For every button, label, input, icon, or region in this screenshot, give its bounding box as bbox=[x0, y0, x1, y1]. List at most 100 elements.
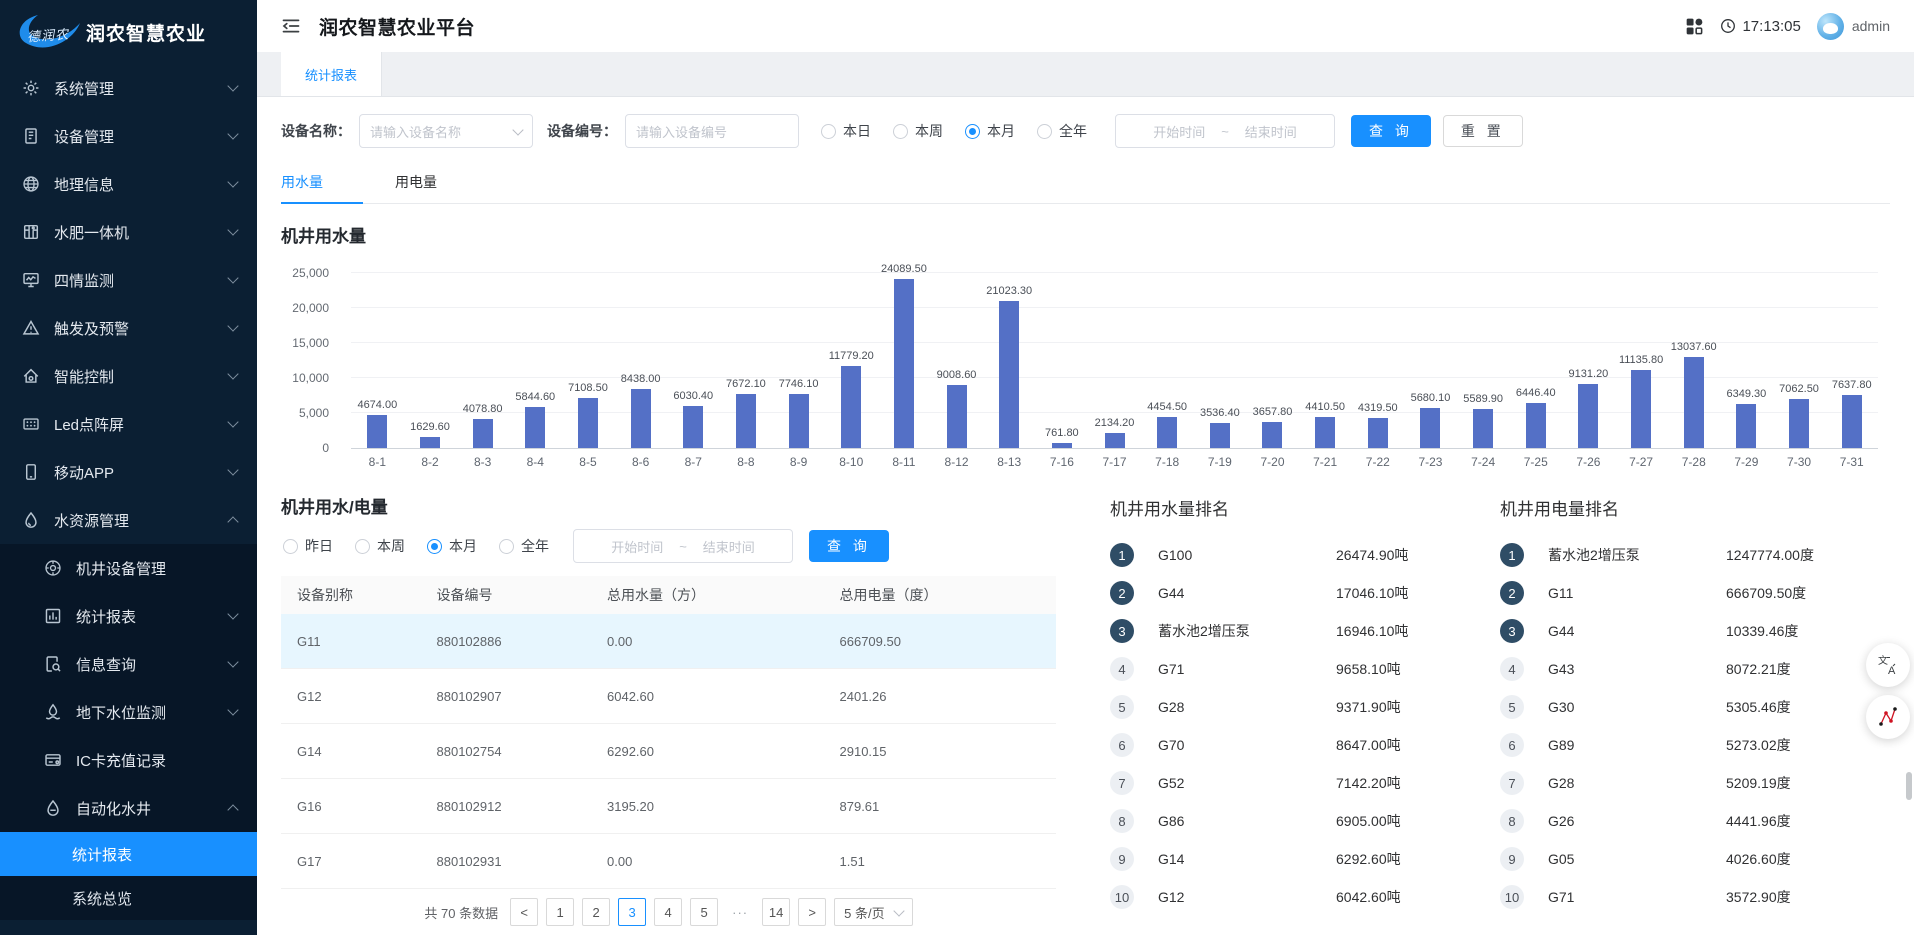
sidebar-item-四情监测[interactable]: 四情监测 bbox=[0, 256, 257, 304]
table-row[interactable]: G118801028860.00666709.50 bbox=[281, 614, 1056, 669]
chart-bar[interactable] bbox=[631, 389, 651, 448]
chart-bar[interactable] bbox=[1789, 399, 1809, 448]
sidebar-item-自动化水井[interactable]: 自动化水井 bbox=[0, 784, 257, 832]
table-cell: 1.51 bbox=[824, 854, 1057, 869]
table-row[interactable]: G128801029076042.602401.26 bbox=[281, 669, 1056, 724]
chart-bar[interactable] bbox=[1262, 422, 1282, 448]
radio-全年[interactable]: 全年 bbox=[1037, 121, 1087, 141]
date-range-input[interactable]: 开始时间 ~ 结束时间 bbox=[1115, 114, 1335, 148]
radio-昨日[interactable]: 昨日 bbox=[283, 536, 333, 556]
page-size-select[interactable]: 5 条/页 bbox=[834, 898, 912, 926]
bottom-search-button[interactable]: 查 询 bbox=[809, 530, 889, 562]
rank-badge: 1 bbox=[1110, 543, 1134, 567]
device-no-input[interactable]: 请输入设备编号 bbox=[625, 114, 799, 148]
sidebar-item-IC卡充值记录[interactable]: IC卡充值记录 bbox=[0, 736, 257, 784]
device-name-select[interactable]: 请输入设备名称 bbox=[359, 114, 533, 148]
radio-本周[interactable]: 本周 bbox=[355, 536, 405, 556]
chart-bar[interactable] bbox=[1157, 417, 1177, 448]
chart-bar[interactable] bbox=[999, 301, 1019, 448]
usage-table-header: 设备别称设备编号总用水量（方）总用电量（度） bbox=[281, 576, 1056, 614]
search-button[interactable]: 查 询 bbox=[1351, 115, 1431, 147]
top-header: 润农智慧农业平台 17:13:05 bbox=[257, 0, 1914, 52]
chart-bar[interactable] bbox=[1526, 403, 1546, 448]
sidebar-item-设备管理[interactable]: 设备管理 bbox=[0, 112, 257, 160]
tab-statistics-report[interactable]: 统计报表 bbox=[281, 52, 382, 96]
chart-bar[interactable] bbox=[525, 407, 545, 448]
sidebar-item-水资源管理[interactable]: 水资源管理 bbox=[0, 496, 257, 544]
sidebar-item-信息查询[interactable]: 信息查询 bbox=[0, 640, 257, 688]
sidebar-item-统计报表[interactable]: 统计报表 bbox=[0, 592, 257, 640]
sidebar-item-系统管理[interactable]: 系统管理 bbox=[0, 64, 257, 112]
x-tick-label: 7-28 bbox=[1682, 455, 1706, 469]
radio-全年[interactable]: 全年 bbox=[499, 536, 549, 556]
sidebar-item-地理信息[interactable]: 地理信息 bbox=[0, 160, 257, 208]
bottom-date-range-input[interactable]: 开始时间 ~ 结束时间 bbox=[573, 529, 793, 563]
pagination-page-5[interactable]: 5 bbox=[690, 898, 718, 926]
rank-badge: 4 bbox=[1110, 657, 1134, 681]
pagination-prev-button[interactable]: < bbox=[510, 898, 538, 926]
pagination-page-4[interactable]: 4 bbox=[654, 898, 682, 926]
pagination-page-3[interactable]: 3 bbox=[618, 898, 646, 926]
chart-bar[interactable] bbox=[473, 419, 493, 448]
pagination: 共 70 条数据<12345···14>5 条/页 bbox=[281, 889, 1056, 935]
network-graph-icon[interactable] bbox=[1866, 695, 1910, 739]
reset-button[interactable]: 重 置 bbox=[1443, 115, 1523, 147]
chart-bar[interactable] bbox=[894, 279, 914, 448]
sidebar-item-触发及预警[interactable]: 触发及预警 bbox=[0, 304, 257, 352]
chart-bar[interactable] bbox=[1578, 384, 1598, 448]
chart-bar[interactable] bbox=[789, 394, 809, 448]
chart-bar[interactable] bbox=[578, 398, 598, 448]
pagination-page-2[interactable]: 2 bbox=[582, 898, 610, 926]
sidebar-item-水肥一体机[interactable]: 水肥一体机 bbox=[0, 208, 257, 256]
pagination-page-14[interactable]: 14 bbox=[762, 898, 790, 926]
sidebar-item-智能控制[interactable]: 智能控制 bbox=[0, 352, 257, 400]
x-tick-label: 8-7 bbox=[685, 455, 702, 469]
chart-bar[interactable] bbox=[1736, 404, 1756, 448]
rank-badge: 7 bbox=[1500, 771, 1524, 795]
radio-本月[interactable]: 本月 bbox=[965, 121, 1015, 141]
chart-bar[interactable] bbox=[1473, 409, 1493, 448]
chart-bar[interactable] bbox=[1210, 423, 1230, 448]
scrollbar-thumb[interactable] bbox=[1906, 772, 1912, 800]
menu-fold-icon[interactable] bbox=[281, 16, 301, 36]
sidebar-subitem-统计报表[interactable]: 统计报表 bbox=[0, 832, 257, 876]
sidebar-item-移动APP[interactable]: 移动APP bbox=[0, 448, 257, 496]
chart-bar-slot: 9008.608-12 bbox=[930, 273, 983, 448]
bar-value-label: 6349.30 bbox=[1727, 388, 1767, 400]
tab-用水量[interactable]: 用水量 bbox=[281, 163, 363, 203]
chart-bar[interactable] bbox=[736, 394, 756, 448]
chart-bar[interactable] bbox=[1105, 433, 1125, 448]
chart-bar[interactable] bbox=[1052, 443, 1072, 448]
chart-bar[interactable] bbox=[947, 385, 967, 448]
translate-icon[interactable]: 文 A bbox=[1866, 643, 1910, 687]
table-row[interactable]: G148801027546292.602910.15 bbox=[281, 724, 1056, 779]
chart-bar[interactable] bbox=[1631, 370, 1651, 448]
chart-bar[interactable] bbox=[1684, 357, 1704, 448]
radio-本周[interactable]: 本周 bbox=[893, 121, 943, 141]
chart-bar[interactable] bbox=[367, 415, 387, 448]
table-row[interactable]: G178801029310.001.51 bbox=[281, 834, 1056, 889]
radio-本月[interactable]: 本月 bbox=[427, 536, 477, 556]
sidebar-item-label: 四情监测 bbox=[54, 270, 229, 291]
logo-swoosh-icon: 德润农 bbox=[12, 10, 84, 54]
sidebar-item-Led点阵屏[interactable]: Led点阵屏 bbox=[0, 400, 257, 448]
pagination-next-button[interactable]: > bbox=[798, 898, 826, 926]
chart-bar[interactable] bbox=[420, 437, 440, 448]
chart-bar[interactable] bbox=[683, 406, 703, 448]
radio-本日[interactable]: 本日 bbox=[821, 121, 871, 141]
chart-bar[interactable] bbox=[1420, 408, 1440, 448]
user-menu[interactable]: admin bbox=[1817, 13, 1890, 40]
pagination-page-1[interactable]: 1 bbox=[546, 898, 574, 926]
chart-bar-slot: 4319.507-22 bbox=[1351, 273, 1404, 448]
sidebar-item-地下水位监测[interactable]: 地下水位监测 bbox=[0, 688, 257, 736]
table-row[interactable]: G168801029123195.20879.61 bbox=[281, 779, 1056, 834]
apps-grid-icon[interactable] bbox=[1685, 17, 1704, 36]
sidebar-subitem-系统总览[interactable]: 系统总览 bbox=[0, 876, 257, 920]
sidebar-item-机井设备管理[interactable]: 机井设备管理 bbox=[0, 544, 257, 592]
chart-bar[interactable] bbox=[1842, 395, 1862, 448]
tab-用电量[interactable]: 用电量 bbox=[395, 163, 477, 203]
chart-bar[interactable] bbox=[1315, 417, 1335, 448]
ic-card-icon bbox=[44, 751, 63, 770]
chart-bar[interactable] bbox=[841, 366, 861, 448]
chart-bar[interactable] bbox=[1368, 418, 1388, 448]
